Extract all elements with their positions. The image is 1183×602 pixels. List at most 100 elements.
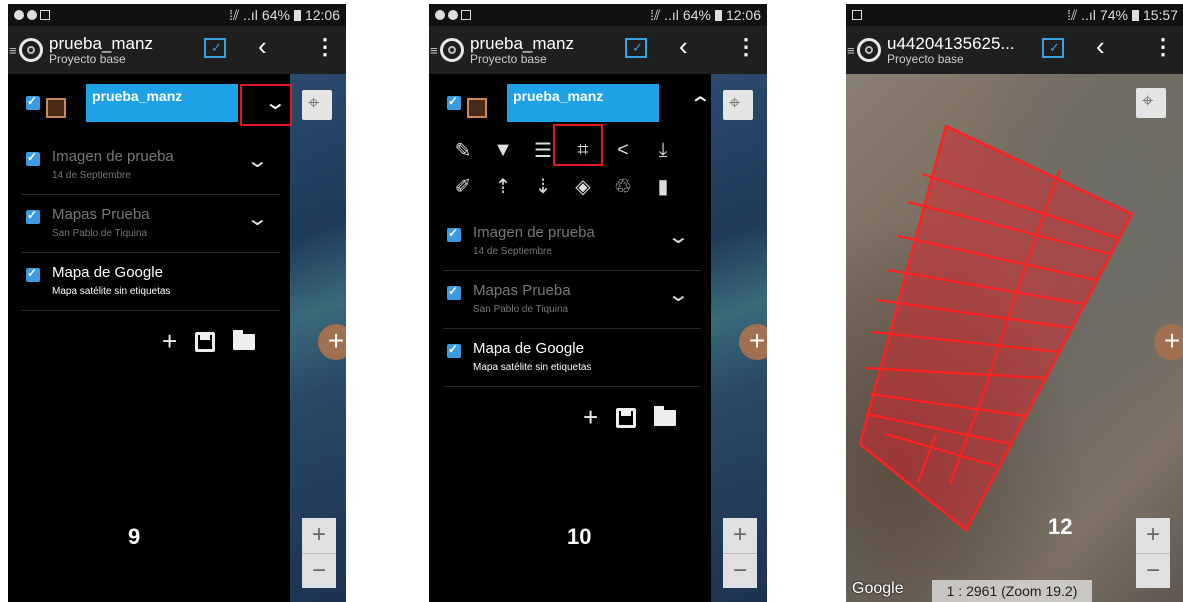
signal-indicator: ⁞⫽ ..ıl: [229, 6, 258, 23]
layer-row[interactable]: Mapas Prueba San Pablo de Tiquina ⌄: [443, 270, 701, 329]
chevron-down-icon[interactable]: ⌄: [667, 224, 690, 249]
zoom-out-button[interactable]: −: [302, 554, 336, 589]
drawer-indicator-icon[interactable]: ≡: [430, 43, 438, 58]
active-layer-row[interactable]: prueba_manz ⌃: [443, 84, 713, 124]
layer-actions: +: [162, 326, 256, 357]
gallery-icon: [40, 10, 50, 20]
gallery-icon: [461, 10, 471, 20]
layers-panel: prueba_manz ⌄ Imagen de prueba 14 de Sep…: [8, 74, 292, 602]
battery-level: 64%: [682, 7, 711, 23]
save-icon[interactable]: [616, 407, 637, 428]
overflow-menu-icon[interactable]: ⋮: [735, 34, 757, 60]
battery-icon: [293, 9, 301, 21]
project-subtitle: Proyecto base: [49, 51, 126, 66]
parcels-overlay: [858, 124, 1134, 532]
step-number: 10: [567, 524, 592, 549]
layer-actions: +: [583, 402, 677, 433]
zoom-in-button[interactable]: +: [302, 518, 336, 554]
clock: 12:06: [304, 7, 340, 23]
layer-checkbox[interactable]: [26, 94, 40, 110]
clock: 15:57: [1142, 7, 1178, 23]
layer-checkbox[interactable]: [447, 284, 461, 300]
battery-level: 64%: [261, 7, 290, 23]
back-icon[interactable]: ‹: [679, 31, 688, 62]
layer-row[interactable]: Mapa de Google Mapa satélite sin etiquet…: [443, 328, 701, 387]
layer-checkbox[interactable]: [447, 342, 461, 358]
folder-icon[interactable]: [233, 329, 256, 350]
select-layers-icon[interactable]: [1042, 38, 1064, 58]
active-layer-name[interactable]: prueba_manz: [86, 84, 238, 122]
back-icon[interactable]: ‹: [258, 31, 267, 62]
layer-subtitle: 14 de Septiembre: [52, 170, 131, 181]
step-number: 12: [1048, 514, 1073, 539]
download-icon[interactable]: ⤓: [643, 139, 683, 162]
zoom-out-button[interactable]: −: [1136, 554, 1170, 589]
highlight-box: [553, 124, 603, 166]
layer-checkbox[interactable]: [447, 226, 461, 242]
recycle-icon[interactable]: ♲: [603, 174, 643, 199]
folder-icon[interactable]: [654, 405, 677, 426]
notification-icon: [14, 10, 24, 20]
filter-icon[interactable]: ▼: [483, 139, 523, 162]
layer-color-swatch[interactable]: [467, 98, 487, 118]
pencil-edit-icon[interactable]: ✎: [443, 138, 483, 163]
active-layer-name[interactable]: prueba_manz: [507, 84, 659, 122]
overflow-menu-icon[interactable]: ⋮: [314, 34, 336, 60]
move-up-icon[interactable]: ⇡: [483, 174, 523, 199]
layer-checkbox[interactable]: [26, 150, 40, 166]
select-layers-icon[interactable]: [625, 38, 647, 58]
brush-icon[interactable]: ✐: [443, 174, 483, 199]
add-layer-icon[interactable]: +: [162, 326, 177, 357]
app-logo-icon: [440, 38, 464, 62]
layer-subtitle: 14 de Septiembre: [473, 246, 552, 257]
project-subtitle: Proyecto base: [887, 51, 964, 66]
zoom-control: + −: [1136, 518, 1170, 588]
zoom-in-button[interactable]: +: [723, 518, 757, 554]
chevron-down-icon[interactable]: ⌄: [246, 148, 269, 173]
drawer-indicator-icon[interactable]: ≡: [847, 43, 855, 58]
layer-row[interactable]: Imagen de prueba 14 de Septiembre ⌄: [22, 136, 280, 195]
app-logo-icon: [857, 38, 881, 62]
chevron-up-icon[interactable]: ⌃: [689, 92, 712, 117]
zoom-control: + −: [723, 518, 757, 588]
add-fab-button[interactable]: +: [739, 324, 767, 360]
layer-checkbox[interactable]: [447, 94, 461, 110]
layer-name: Mapas Prueba: [52, 206, 150, 223]
eraser-icon[interactable]: ◈: [563, 174, 603, 199]
locate-icon[interactable]: [1136, 88, 1166, 118]
overflow-menu-icon[interactable]: ⋮: [1152, 34, 1174, 60]
chevron-down-icon[interactable]: ⌄: [667, 282, 690, 307]
app-bar: ≡ u44204135625... Proyecto base ‹ ⋮: [846, 26, 1183, 74]
status-bar: ⁞⫽ ..ıl 64% 12:06: [8, 4, 346, 26]
phone-screen-12: ⁞⫽ ..ıl 74% 15:57 ≡ u44204135625... Proy…: [846, 4, 1183, 602]
select-layers-icon[interactable]: [204, 38, 226, 58]
zoom-out-button[interactable]: −: [723, 554, 757, 589]
layer-color-swatch[interactable]: [46, 98, 66, 118]
app-bar: ≡ prueba_manz Proyecto base ‹ ⋮: [429, 26, 767, 74]
trash-icon[interactable]: ▮: [643, 174, 683, 199]
layer-row[interactable]: Imagen de prueba 14 de Septiembre ⌄: [443, 212, 701, 271]
save-icon[interactable]: [195, 331, 216, 352]
back-icon[interactable]: ‹: [1096, 31, 1105, 62]
locate-icon[interactable]: [723, 90, 753, 120]
layer-checkbox[interactable]: [26, 266, 40, 282]
add-fab-button[interactable]: +: [318, 324, 346, 360]
share-icon[interactable]: <: [603, 139, 643, 162]
locate-icon[interactable]: [302, 90, 332, 120]
step-number: 9: [128, 524, 141, 549]
zoom-in-button[interactable]: +: [1136, 518, 1170, 554]
phone-screen-9: ⁞⫽ ..ıl 64% 12:06 ≡ prueba_manz Proyecto…: [8, 4, 346, 602]
layer-name: Imagen de prueba: [52, 148, 174, 165]
layer-name: Mapa de Google: [473, 340, 584, 357]
drawer-indicator-icon[interactable]: ≡: [9, 43, 17, 58]
google-attribution: Google: [852, 580, 904, 597]
app-logo-icon: [19, 38, 43, 62]
add-layer-icon[interactable]: +: [583, 402, 598, 433]
layer-checkbox[interactable]: [26, 208, 40, 224]
satellite-map-view[interactable]: + + − 12 Google 1 : 2961 (Zoom 19.2): [846, 74, 1183, 602]
chevron-down-icon[interactable]: ⌄: [246, 206, 269, 231]
layer-row[interactable]: Mapa de Google Mapa satélite sin etiquet…: [22, 252, 280, 311]
add-fab-button[interactable]: +: [1154, 324, 1183, 360]
layer-row[interactable]: Mapas Prueba San Pablo de Tiquina ⌄: [22, 194, 280, 253]
move-down-icon[interactable]: ⇣: [523, 174, 563, 199]
